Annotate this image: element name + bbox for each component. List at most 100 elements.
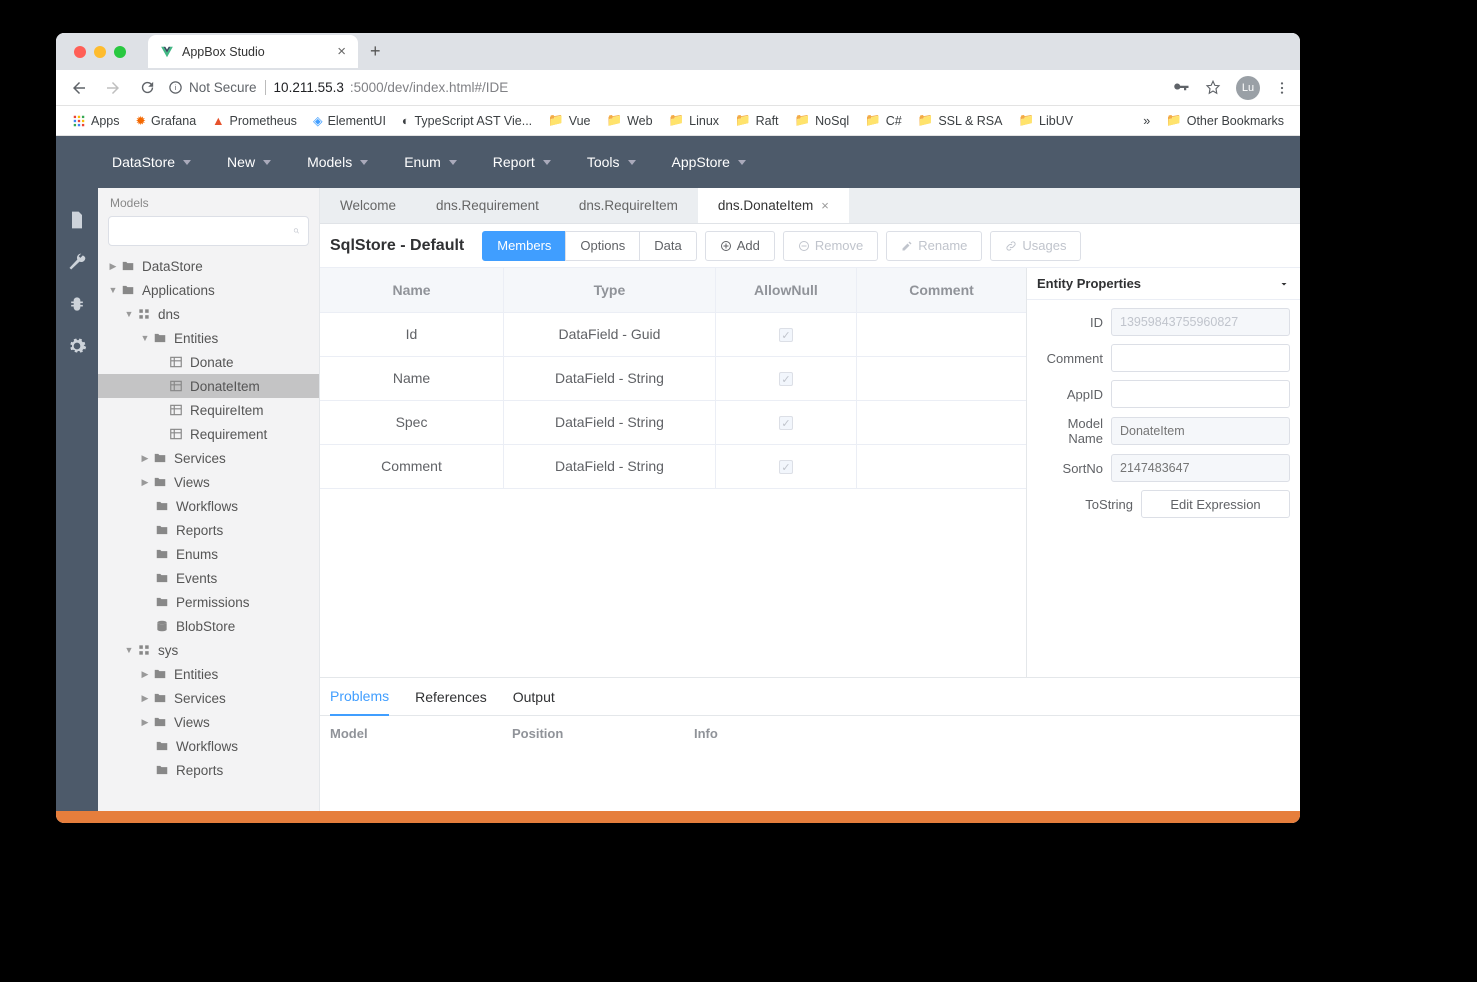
tree-sys-reports[interactable]: Reports bbox=[98, 758, 319, 782]
tree-entity-donate[interactable]: Donate bbox=[98, 350, 319, 374]
bookmark-web[interactable]: 📁Web bbox=[601, 109, 659, 132]
tree-sys[interactable]: ▼sys bbox=[98, 638, 319, 662]
tree-reports[interactable]: Reports bbox=[98, 518, 319, 542]
bug-icon[interactable] bbox=[67, 294, 87, 314]
tab-requireitem[interactable]: dns.RequireItem bbox=[559, 188, 698, 223]
folder-icon bbox=[152, 330, 168, 346]
url-box[interactable]: i Not Secure 10.211.55.3:5000/dev/index.… bbox=[168, 80, 1164, 95]
edit-icon bbox=[901, 240, 913, 252]
gear-icon[interactable] bbox=[67, 336, 87, 356]
tab-references[interactable]: References bbox=[415, 678, 487, 716]
wrench-icon[interactable] bbox=[67, 252, 87, 272]
other-bookmarks[interactable]: 📁Other Bookmarks bbox=[1160, 109, 1290, 132]
tree-dns[interactable]: ▼dns bbox=[98, 302, 319, 326]
close-window-icon[interactable] bbox=[74, 46, 86, 58]
menu-tools[interactable]: Tools bbox=[587, 154, 636, 170]
tab-requirement[interactable]: dns.Requirement bbox=[416, 188, 559, 223]
tree-permissions[interactable]: Permissions bbox=[98, 590, 319, 614]
members-button[interactable]: Members bbox=[482, 231, 566, 261]
prop-appid-label: AppID bbox=[1037, 387, 1103, 402]
tree-applications[interactable]: ▼Applications bbox=[98, 278, 319, 302]
tree-workflows[interactable]: Workflows bbox=[98, 494, 319, 518]
search-input[interactable] bbox=[117, 224, 293, 239]
folder-icon bbox=[120, 258, 136, 274]
folder-icon bbox=[154, 594, 170, 610]
reload-button[interactable] bbox=[134, 75, 160, 101]
link-icon bbox=[1005, 240, 1017, 252]
tab-problems[interactable]: Problems bbox=[330, 678, 389, 716]
menu-appstore[interactable]: AppStore bbox=[672, 154, 746, 170]
prop-id-label: ID bbox=[1037, 315, 1103, 330]
maximize-window-icon[interactable] bbox=[114, 46, 126, 58]
store-title: SqlStore - Default bbox=[330, 237, 464, 255]
new-tab-button[interactable]: + bbox=[358, 41, 393, 62]
tree-blobstore[interactable]: BlobStore bbox=[98, 614, 319, 638]
tree-sys-views[interactable]: ▶Views bbox=[98, 710, 319, 734]
menu-datastore[interactable]: DataStore bbox=[112, 154, 191, 170]
tree-services[interactable]: ▶Services bbox=[98, 446, 319, 470]
bookmark-typescript[interactable]: ◐TypeScript AST Vie... bbox=[396, 110, 538, 132]
star-icon[interactable] bbox=[1204, 79, 1222, 97]
table-row[interactable]: SpecDataField - String bbox=[320, 400, 1026, 444]
add-button[interactable]: Add bbox=[705, 231, 775, 261]
back-button[interactable] bbox=[66, 75, 92, 101]
url-path: :5000/dev/index.html#/IDE bbox=[350, 80, 508, 95]
key-icon[interactable] bbox=[1172, 79, 1190, 97]
close-tab-icon[interactable]: × bbox=[821, 198, 829, 213]
tree-sys-entities[interactable]: ▶Entities bbox=[98, 662, 319, 686]
col-type: Type bbox=[504, 268, 716, 312]
bookmark-nosql[interactable]: 📁NoSql bbox=[789, 109, 856, 132]
menu-report[interactable]: Report bbox=[493, 154, 551, 170]
sidebar-search[interactable] bbox=[108, 216, 309, 246]
bookmark-prometheus[interactable]: ▲Prometheus bbox=[206, 110, 303, 132]
browser-tab[interactable]: AppBox Studio × bbox=[148, 35, 358, 68]
bookmark-linux[interactable]: 📁Linux bbox=[663, 109, 725, 132]
menu-dots-icon[interactable] bbox=[1274, 80, 1290, 96]
bookmarks-overflow[interactable]: » bbox=[1143, 114, 1150, 128]
table-row[interactable]: NameDataField - String bbox=[320, 356, 1026, 400]
table-row[interactable]: CommentDataField - String bbox=[320, 444, 1026, 488]
bookmark-grafana[interactable]: ✹Grafana bbox=[130, 109, 203, 132]
tab-output[interactable]: Output bbox=[513, 678, 555, 716]
url-host: 10.211.55.3 bbox=[274, 80, 344, 95]
options-button[interactable]: Options bbox=[565, 231, 640, 261]
table-row[interactable]: IdDataField - Guid bbox=[320, 312, 1026, 356]
tab-donateitem[interactable]: dns.DonateItem× bbox=[698, 188, 849, 223]
bookmark-vue[interactable]: 📁Vue bbox=[542, 109, 596, 132]
profile-avatar[interactable]: Lu bbox=[1236, 76, 1260, 100]
prop-modelname-input bbox=[1111, 417, 1290, 445]
tree-entity-donateitem[interactable]: DonateItem bbox=[98, 374, 319, 398]
bookmark-elementui[interactable]: ◈ElementUI bbox=[307, 109, 392, 132]
tree-entity-requirement[interactable]: Requirement bbox=[98, 422, 319, 446]
bookmark-libuv[interactable]: 📁LibUV bbox=[1012, 109, 1079, 132]
tree-sys-services[interactable]: ▶Services bbox=[98, 686, 319, 710]
tree-enums[interactable]: Enums bbox=[98, 542, 319, 566]
prop-comment-input[interactable] bbox=[1111, 344, 1290, 372]
properties-header[interactable]: Entity Properties bbox=[1027, 268, 1300, 300]
prop-appid-input[interactable] bbox=[1111, 380, 1290, 408]
tree-events[interactable]: Events bbox=[98, 566, 319, 590]
menu-models[interactable]: Models bbox=[307, 154, 368, 170]
tree-entity-requireitem[interactable]: RequireItem bbox=[98, 398, 319, 422]
chevron-down-icon bbox=[449, 160, 457, 165]
tab-welcome[interactable]: Welcome bbox=[320, 188, 416, 223]
minimize-window-icon[interactable] bbox=[94, 46, 106, 58]
folder-icon bbox=[154, 738, 170, 754]
bookmark-raft[interactable]: 📁Raft bbox=[729, 109, 785, 132]
tree-datastore[interactable]: ▶DataStore bbox=[98, 254, 319, 278]
edit-expression-button[interactable]: Edit Expression bbox=[1141, 490, 1290, 518]
data-button[interactable]: Data bbox=[639, 231, 696, 261]
info-icon: i bbox=[168, 80, 183, 95]
apps-button[interactable]: Apps bbox=[66, 110, 126, 132]
tree-sys-workflows[interactable]: Workflows bbox=[98, 734, 319, 758]
chevron-down-icon bbox=[263, 160, 271, 165]
bookmark-csharp[interactable]: 📁C# bbox=[859, 109, 908, 132]
tree-views[interactable]: ▶Views bbox=[98, 470, 319, 494]
menu-new[interactable]: New bbox=[227, 154, 271, 170]
close-tab-icon[interactable]: × bbox=[337, 43, 346, 60]
bookmark-ssl[interactable]: 📁SSL & RSA bbox=[912, 109, 1009, 132]
menu-enum[interactable]: Enum bbox=[404, 154, 457, 170]
folder-icon bbox=[154, 498, 170, 514]
file-icon[interactable] bbox=[67, 210, 87, 230]
tree-entities[interactable]: ▼Entities bbox=[98, 326, 319, 350]
